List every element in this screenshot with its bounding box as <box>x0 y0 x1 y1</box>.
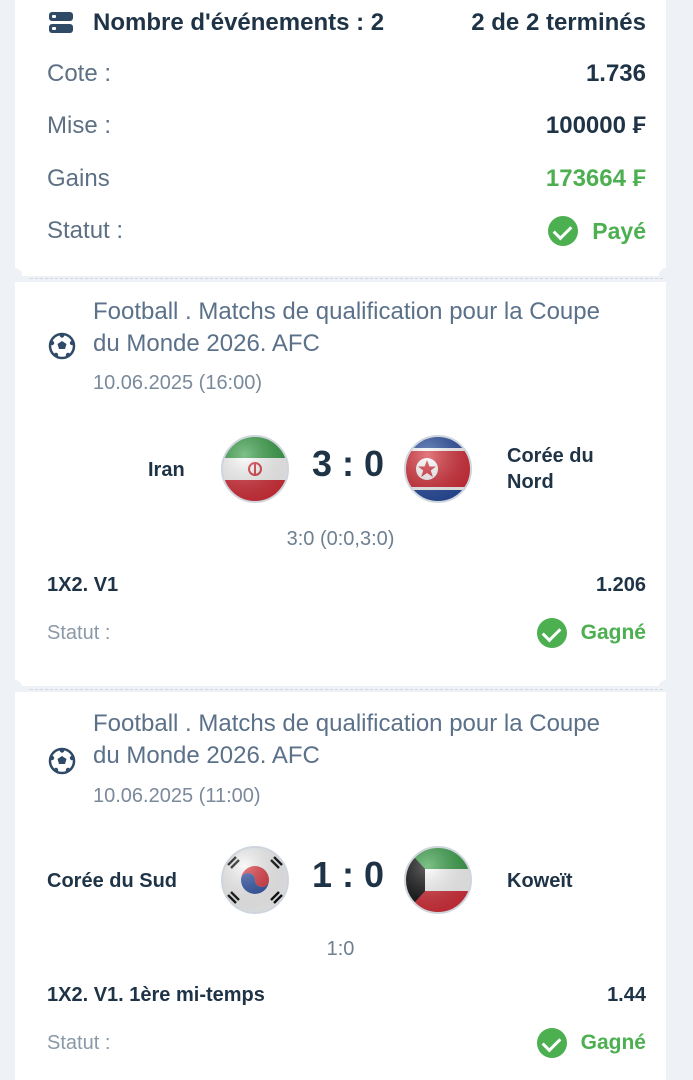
summary-header: Nombre d'événements : 2 2 de 2 terminés <box>49 6 646 40</box>
winnings-label: Gains <box>47 165 110 192</box>
ticket-notch-right <box>659 268 673 282</box>
away-team-name: Koweït <box>507 870 573 892</box>
south-korea-flag-icon <box>221 846 289 914</box>
event-status-value: Gagné <box>580 1031 646 1054</box>
event-status-row: Statut : Gagné <box>47 618 646 648</box>
iran-flag-icon <box>221 435 289 503</box>
odds-value: 1.736 <box>585 60 646 87</box>
bet-type: 1X2. V1. 1ère mi-temps <box>47 984 265 1006</box>
home-team-name: Corée du Sud <box>47 870 178 892</box>
score-detail: 1:0 <box>326 938 355 960</box>
events-count-label: Nombre d'événements : 2 <box>93 9 385 36</box>
dashed-divider <box>30 689 663 690</box>
stake-label: Mise : <box>47 112 112 139</box>
dashed-divider <box>30 278 663 279</box>
bet-odds: 1.206 <box>595 574 646 596</box>
bet-type: 1X2. V1 <box>47 574 119 596</box>
match-scoreboard: Corée du Sud 1: 0 Koweït <box>15 842 666 922</box>
winnings-value: 173664 ₣ <box>545 165 646 192</box>
bet-summary-card: Nombre d'événements : 2 2 de 2 terminés … <box>15 0 666 276</box>
kuwait-flag-icon <box>404 846 472 914</box>
event-status-row: Statut : Gagné <box>47 1028 646 1058</box>
ticket-notch-left <box>8 268 22 282</box>
north-korea-flag-icon <box>404 435 472 503</box>
odds-label: Cote : <box>47 60 112 87</box>
event-title: Football . Matchs de qualification pour … <box>93 710 600 769</box>
event-card[interactable]: Football . Matchs de qualification pour … <box>15 282 666 686</box>
bet-row: 1X2. V1 1.206 <box>47 574 646 597</box>
match-score: 1 : 0 <box>311 854 385 895</box>
status-badge: Payé <box>548 216 646 246</box>
stake-value: 100000 ₣ <box>545 112 646 139</box>
event-title: Football . Matchs de qualification pour … <box>93 298 600 357</box>
score-detail: 3:0 (0:0,3:0) <box>286 528 395 550</box>
check-circle-icon <box>536 1028 567 1058</box>
event-date: 10.06.2025 (11:00) <box>93 785 261 807</box>
event-status-badge: Gagné <box>536 1028 646 1058</box>
bet-row: 1X2. V1. 1ère mi-temps 1.44 <box>47 984 646 1007</box>
bet-odds: 1.44 <box>607 984 646 1006</box>
completed-count: 2 de 2 terminés <box>471 9 646 36</box>
check-circle-icon <box>536 618 567 648</box>
match-scoreboard: Iran 3 : 0 Corée du Nord <box>15 429 666 509</box>
status-label: Statut : <box>47 217 124 244</box>
event-status-value: Gagné <box>580 621 646 644</box>
event-card[interactable]: Football . Matchs de qualification pour … <box>15 692 666 1080</box>
winnings-row: Gains 173664 ₣ <box>47 162 646 196</box>
toggle-list-icon[interactable] <box>49 12 73 34</box>
odds-row: Cote : 1.736 <box>47 57 646 91</box>
event-date: 10.06.2025 (16:00) <box>93 372 263 394</box>
stake-row: Mise : 100000 ₣ <box>47 109 646 143</box>
home-team-name: Iran <box>148 459 185 481</box>
status-value: Payé <box>592 217 646 244</box>
match-score: 3 : 0 <box>311 443 385 484</box>
event-status-label: Statut : <box>47 1031 111 1054</box>
away-team-name: Corée du Nord <box>507 445 594 493</box>
football-icon <box>48 332 76 360</box>
football-icon <box>48 747 76 775</box>
event-status-badge: Gagné <box>536 618 646 648</box>
event-status-label: Statut : <box>47 621 111 644</box>
status-row: Statut : Payé <box>47 214 646 248</box>
check-circle-icon <box>548 216 579 246</box>
